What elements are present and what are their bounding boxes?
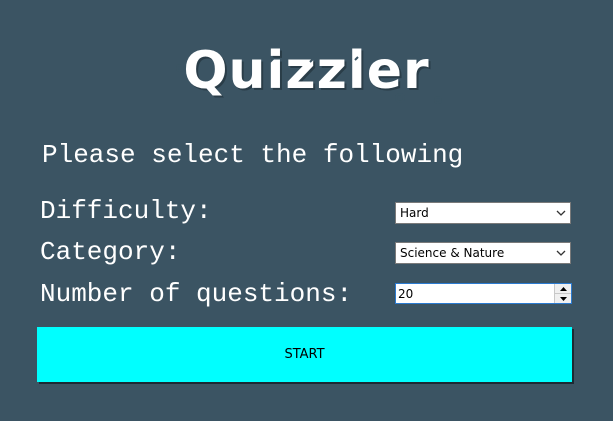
number-of-questions-label: Number of questions: [40, 279, 353, 309]
number-of-questions-value[interactable]: 20 [398, 287, 554, 301]
start-button[interactable]: START [37, 327, 572, 382]
number-of-questions-spinbox[interactable]: 20 [395, 283, 572, 304]
difficulty-label: Difficulty: [40, 196, 212, 226]
spin-down-icon[interactable] [555, 293, 571, 303]
quizzler-window: Quizzler Please select the following Dif… [0, 0, 613, 421]
form-heading: Please select the following [42, 140, 464, 170]
app-logo: Quizzler [183, 41, 430, 101]
category-select[interactable]: Science & Nature [395, 242, 571, 264]
category-value: Science & Nature [400, 246, 505, 260]
category-label: Category: [40, 237, 181, 267]
difficulty-select[interactable]: Hard [395, 202, 571, 224]
chevron-down-icon[interactable] [552, 243, 570, 263]
difficulty-value: Hard [400, 206, 429, 220]
chevron-down-icon[interactable] [552, 203, 570, 223]
spin-arrows [554, 284, 571, 303]
spin-up-icon[interactable] [555, 284, 571, 293]
